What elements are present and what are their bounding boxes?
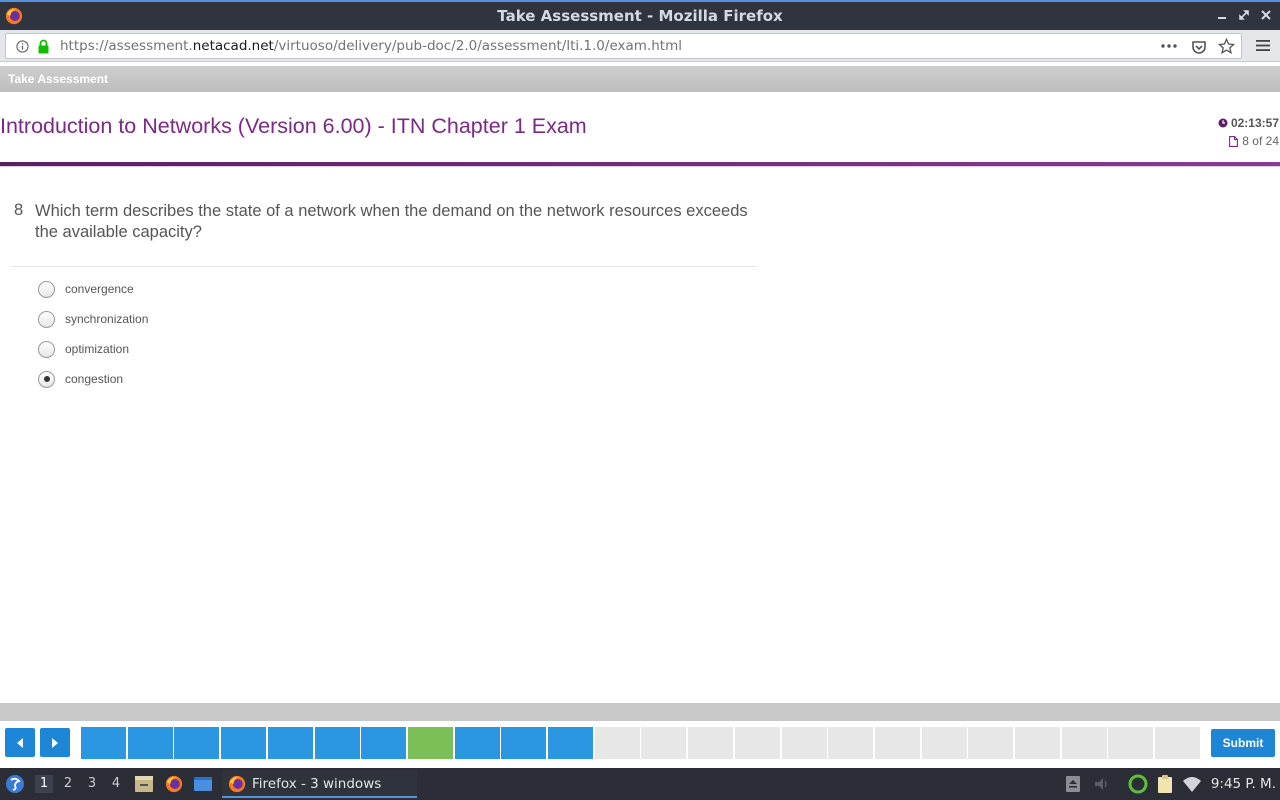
volume-icon[interactable] [1092, 774, 1112, 794]
radio-button[interactable] [38, 310, 55, 328]
start-menu-icon[interactable] [5, 774, 25, 794]
question-nav-box-20[interactable] [968, 727, 1014, 759]
question-nav-box-4[interactable] [221, 727, 267, 759]
answer-option[interactable]: synchronization [38, 310, 148, 328]
bookmark-star-icon[interactable] [1218, 38, 1235, 55]
question-nav-box-7[interactable] [361, 727, 407, 759]
question-nav-box-14[interactable] [688, 727, 734, 759]
answer-label[interactable]: synchronization [65, 312, 148, 326]
status-circle-icon[interactable] [1128, 774, 1148, 794]
question-nav-box-12[interactable] [594, 727, 640, 759]
question-nav-box-19[interactable] [921, 727, 967, 759]
taskbar: 1 2 3 4 Firefox - 3 windows 9:45 P. M. [0, 768, 1280, 800]
clipboard-icon[interactable] [1155, 774, 1175, 794]
question-nav-box-23[interactable] [1108, 727, 1154, 759]
pocket-icon[interactable] [1191, 39, 1207, 55]
question-nav-box-6[interactable] [314, 727, 360, 759]
question-nav-box-18[interactable] [874, 727, 920, 759]
question-nav-box-17[interactable] [828, 727, 874, 759]
arrow-left-icon [17, 737, 23, 748]
window-titlebar: Take Assessment - Mozilla Firefox [0, 0, 1280, 30]
radio-button-selected[interactable] [38, 370, 55, 388]
question-nav-box-21[interactable] [1015, 727, 1060, 759]
counter-value: 8 of 24 [1242, 134, 1279, 148]
question-nav-box-5[interactable] [267, 727, 313, 759]
question-nav-box-9[interactable] [454, 727, 500, 759]
workspace-1[interactable]: 1 [35, 775, 53, 793]
hamburger-menu-icon[interactable] [1256, 39, 1270, 52]
progress-separator [0, 703, 1280, 721]
answer-label[interactable]: congestion [65, 372, 123, 386]
radio-dot [43, 376, 50, 382]
question-nav-box-22[interactable] [1061, 727, 1107, 759]
url-text[interactable]: https://assessment.netacad.net/virtuoso/… [60, 38, 682, 54]
answer-option[interactable]: optimization [38, 340, 129, 358]
question-number: 8 [14, 201, 24, 219]
exam-title: Introduction to Networks (Version 6.00) … [0, 114, 587, 138]
info-icon[interactable] [16, 40, 29, 53]
lock-icon[interactable] [37, 39, 50, 54]
answer-option[interactable]: convergence [38, 280, 134, 298]
radio-button[interactable] [38, 280, 55, 298]
taskbar-firefox-task[interactable]: Firefox - 3 windows [222, 770, 417, 798]
url-bar[interactable]: https://assessment.netacad.net/virtuoso/… [5, 33, 1242, 59]
question-nav-box-24[interactable] [1155, 727, 1201, 759]
question-counter: 8 of 24 [1229, 134, 1279, 148]
file-manager-icon[interactable] [134, 775, 154, 793]
task-label: Firefox - 3 windows [252, 776, 382, 792]
window-title: Take Assessment - Mozilla Firefox [497, 7, 783, 25]
assessment-header-strip: Take Assessment [0, 66, 1280, 92]
question-nav-box-15[interactable] [734, 727, 780, 759]
question-nav-box-3[interactable] [174, 727, 220, 759]
document-icon [1229, 135, 1239, 147]
question-nav-box-8[interactable] [407, 727, 453, 759]
next-button[interactable] [40, 728, 70, 757]
workspace-2[interactable]: 2 [59, 775, 77, 793]
eject-icon[interactable] [1063, 774, 1083, 794]
browser-navbar: https://assessment.netacad.net/virtuoso/… [0, 30, 1280, 62]
clock-icon [1218, 118, 1228, 128]
question-text: Which term describes the state of a netw… [35, 202, 748, 241]
show-desktop-icon[interactable] [193, 775, 213, 793]
question-divider [11, 266, 757, 267]
question-nav-box-11[interactable] [548, 727, 593, 759]
submit-button[interactable]: Submit [1211, 729, 1275, 757]
question-nav-box-13[interactable] [641, 727, 687, 759]
timer: 02:13:57 [1218, 116, 1279, 130]
previous-button[interactable] [5, 728, 35, 757]
firefox-task-icon [228, 775, 246, 793]
minimize-icon[interactable] [1214, 7, 1230, 23]
header-divider-shadow [0, 166, 1280, 167]
answer-label[interactable]: convergence [65, 282, 134, 296]
wifi-icon[interactable] [1182, 774, 1202, 794]
answer-label[interactable]: optimization [65, 342, 129, 356]
radio-button[interactable] [38, 340, 55, 358]
firefox-launcher-icon[interactable] [164, 775, 184, 793]
strip-label: Take Assessment [8, 72, 109, 86]
workspace-4[interactable]: 4 [107, 775, 125, 793]
arrow-right-icon [52, 737, 58, 748]
maximize-icon[interactable] [1236, 7, 1252, 23]
question-nav-box-10[interactable] [501, 727, 547, 759]
clock: 9:45 P. M. [1210, 776, 1276, 792]
question-nav-box-16[interactable] [781, 727, 827, 759]
answer-option[interactable]: congestion [38, 370, 123, 388]
workspace-3[interactable]: 3 [83, 775, 101, 793]
question-nav-box-2[interactable] [127, 727, 173, 759]
page-actions-icon[interactable] [1159, 38, 1179, 54]
close-icon[interactable] [1258, 7, 1274, 23]
question-nav-box-1[interactable] [81, 727, 126, 759]
timer-value: 02:13:57 [1230, 116, 1279, 130]
